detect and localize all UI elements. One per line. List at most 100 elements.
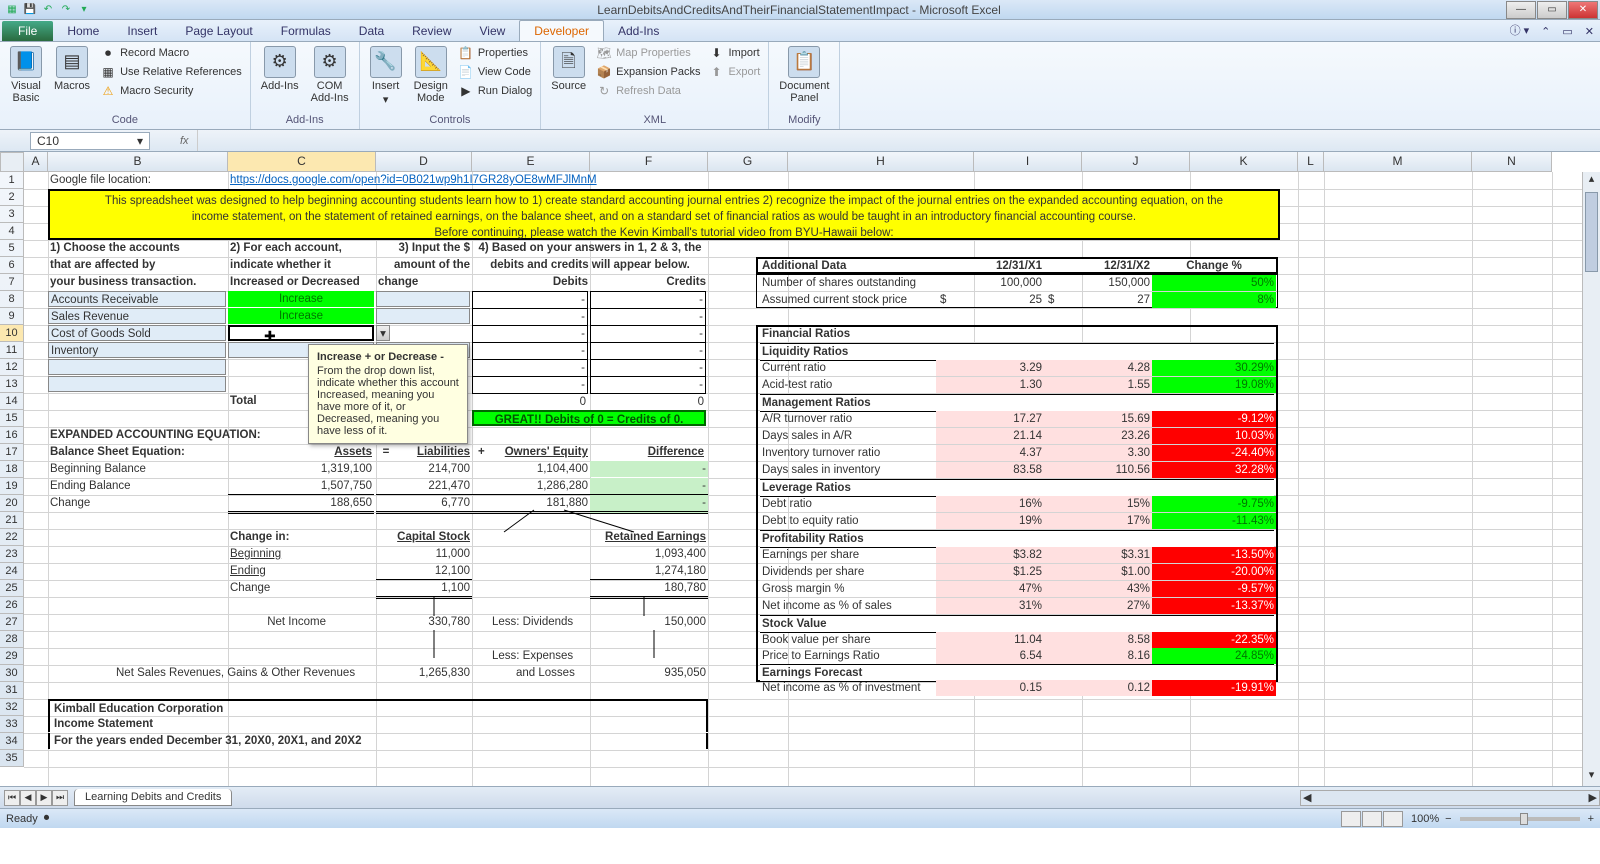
refresh-button[interactable]: ↻Refresh Data [594, 82, 702, 100]
tab-home[interactable]: Home [53, 21, 113, 41]
col-header-J[interactable]: J [1082, 152, 1190, 172]
google-link[interactable]: https://docs.google.com/open?id=0B021wp9… [228, 172, 599, 188]
record-macro-button[interactable]: ⏺Record Macro [98, 44, 244, 62]
acct-11[interactable]: Inventory [48, 342, 226, 358]
zoom-out-icon[interactable]: − [1445, 813, 1451, 825]
horizontal-scrollbar[interactable]: ◀ ▶ [1300, 790, 1600, 806]
view-normal[interactable] [1341, 811, 1361, 827]
row-header-34[interactable]: 34 [0, 733, 24, 750]
dropdown-arrow[interactable]: ▾ [376, 325, 390, 341]
help-icon[interactable]: ⓘ ▾ [1504, 19, 1536, 41]
amt-9[interactable] [376, 308, 470, 324]
col-header-C[interactable]: C [228, 152, 376, 172]
tab-data[interactable]: Data [345, 21, 398, 41]
row-header-26[interactable]: 26 [0, 597, 24, 614]
row-header-16[interactable]: 16 [0, 427, 24, 444]
scroll-right-icon[interactable]: ▶ [1589, 791, 1597, 804]
macro-security-button[interactable]: ⚠Macro Security [98, 82, 244, 100]
save-icon[interactable]: 💾 [22, 2, 38, 18]
zoom-in-icon[interactable]: + [1588, 813, 1594, 825]
row-header-17[interactable]: 17 [0, 444, 24, 461]
row-header-5[interactable]: 5 [0, 240, 24, 257]
tab-addins[interactable]: Add-Ins [604, 21, 673, 41]
row-header-24[interactable]: 24 [0, 563, 24, 580]
row-header-29[interactable]: 29 [0, 648, 24, 665]
view-pagelayout[interactable] [1362, 811, 1382, 827]
row-header-23[interactable]: 23 [0, 546, 24, 563]
run-dialog-button[interactable]: ▶Run Dialog [456, 82, 534, 100]
macros-button[interactable]: ▤Macros [50, 44, 94, 94]
row-header-18[interactable]: 18 [0, 461, 24, 478]
scroll-left-icon[interactable]: ◀ [1303, 791, 1311, 804]
amt-8[interactable] [376, 291, 470, 307]
row-header-13[interactable]: 13 [0, 376, 24, 393]
active-cell-c10[interactable] [228, 325, 374, 341]
maximize-button[interactable]: ▭ [1537, 1, 1567, 19]
tab-insert[interactable]: Insert [113, 21, 171, 41]
row-header-25[interactable]: 25 [0, 580, 24, 597]
col-header-G[interactable]: G [708, 152, 788, 172]
fx-icon[interactable]: fx [180, 135, 189, 147]
row-header-20[interactable]: 20 [0, 495, 24, 512]
row-header-27[interactable]: 27 [0, 614, 24, 631]
redo-icon[interactable]: ↷ [58, 2, 74, 18]
visual-basic-button[interactable]: 📘Visual Basic [6, 44, 46, 106]
col-header-K[interactable]: K [1190, 152, 1298, 172]
acct-8[interactable]: Accounts Receivable [48, 291, 226, 307]
sheet-tab-active[interactable]: Learning Debits and Credits [74, 789, 232, 806]
row-header-6[interactable]: 6 [0, 257, 24, 274]
source-button[interactable]: 🗎Source [547, 44, 590, 94]
acct-12[interactable] [48, 359, 226, 375]
relative-refs-button[interactable]: ▦Use Relative References [98, 63, 244, 81]
tab-pagelayout[interactable]: Page Layout [171, 21, 266, 41]
row-header-31[interactable]: 31 [0, 682, 24, 699]
row-header-2[interactable]: 2 [0, 189, 24, 206]
acct-9[interactable]: Sales Revenue [48, 308, 226, 324]
close-button[interactable]: ✕ [1568, 1, 1598, 19]
vertical-scrollbar[interactable]: ▴ ▾ [1582, 172, 1600, 786]
view-pagebreak[interactable] [1383, 811, 1403, 827]
tab-formulas[interactable]: Formulas [267, 21, 345, 41]
incr-8[interactable]: Increase [228, 291, 374, 307]
close-workbook-icon[interactable]: ✕ [1579, 22, 1600, 41]
formula-bar[interactable] [197, 130, 1600, 151]
minimize-button[interactable]: — [1506, 1, 1536, 19]
scroll-thumb[interactable] [1585, 192, 1598, 272]
row-header-12[interactable]: 12 [0, 359, 24, 376]
col-header-N[interactable]: N [1472, 152, 1552, 172]
col-header-E[interactable]: E [472, 152, 590, 172]
acct-13[interactable] [48, 376, 226, 392]
col-header-F[interactable]: F [590, 152, 708, 172]
select-all-corner[interactable] [0, 152, 24, 172]
minimize-ribbon-icon[interactable]: ⌃ [1535, 22, 1556, 41]
tab-last[interactable]: ⏭ [52, 790, 68, 806]
view-code-button[interactable]: 📄View Code [456, 63, 534, 81]
col-header-I[interactable]: I [974, 152, 1082, 172]
tab-first[interactable]: ⏮ [4, 790, 20, 806]
row-header-19[interactable]: 19 [0, 478, 24, 495]
addins-button[interactable]: ⚙Add-Ins [257, 44, 303, 94]
row-header-10[interactable]: 10 [0, 325, 24, 342]
row-header-1[interactable]: 1 [0, 172, 24, 189]
tab-developer[interactable]: Developer [519, 20, 604, 41]
namebox-dropdown-icon[interactable]: ▾ [137, 134, 143, 148]
row-header-22[interactable]: 22 [0, 529, 24, 546]
undo-icon[interactable]: ↶ [40, 2, 56, 18]
com-addins-button[interactable]: ⚙COM Add-Ins [307, 44, 353, 106]
acct-10[interactable]: Cost of Goods Sold [48, 325, 226, 341]
properties-button[interactable]: 📋Properties [456, 44, 534, 62]
map-props-button[interactable]: 🗺Map Properties [594, 44, 702, 62]
row-header-28[interactable]: 28 [0, 631, 24, 648]
tab-next[interactable]: ▶ [36, 790, 52, 806]
row-header-9[interactable]: 9 [0, 308, 24, 325]
row-header-4[interactable]: 4 [0, 223, 24, 240]
incr-9[interactable]: Increase [228, 308, 374, 324]
col-header-D[interactable]: D [376, 152, 472, 172]
qat-dropdown-icon[interactable]: ▾ [76, 2, 92, 18]
macro-record-icon[interactable]: ⏺ [44, 812, 50, 825]
row-header-21[interactable]: 21 [0, 512, 24, 529]
export-button[interactable]: ⬆Export [707, 63, 763, 81]
row-header-7[interactable]: 7 [0, 274, 24, 291]
import-button[interactable]: ⬇Import [707, 44, 763, 62]
tab-review[interactable]: Review [398, 21, 465, 41]
